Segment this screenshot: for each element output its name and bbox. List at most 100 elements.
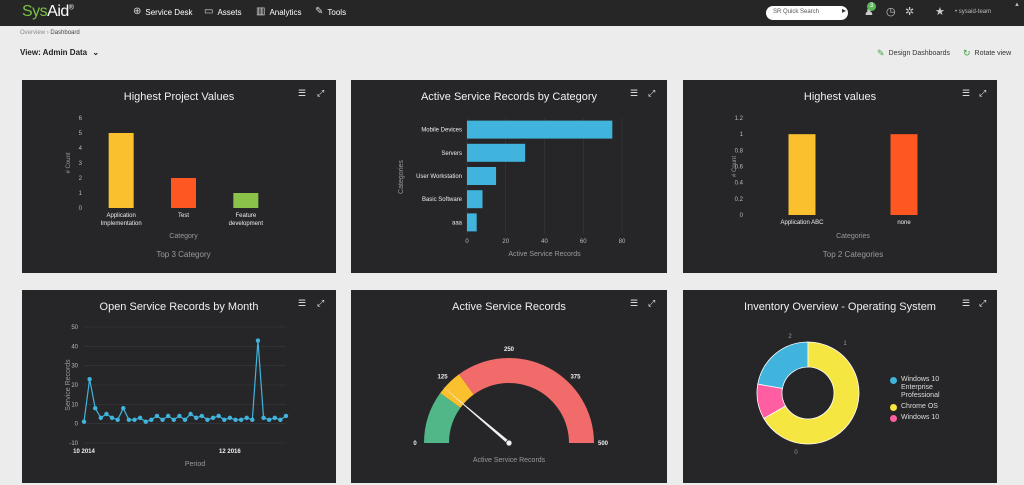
bar-chart-icon: ▥: [256, 6, 266, 17]
search-placeholder: SR Quick Search: [773, 9, 820, 15]
data-point: [255, 338, 261, 343]
y-tick-label: 0: [79, 206, 83, 212]
y-tick-label: 30: [71, 364, 78, 370]
x-axis-label: Period: [185, 461, 205, 468]
bar: [467, 190, 483, 209]
nav-analytics[interactable]: ▥ Analytics: [256, 7, 301, 17]
data-point: [87, 377, 92, 382]
nav-tools[interactable]: ✎ Tools: [315, 7, 346, 17]
slice-label: 1: [843, 341, 847, 347]
bar: [467, 143, 526, 162]
widget-active-service-records: Active Service Records ☰ ⤢ 0 125 250 375 500…: [351, 290, 667, 483]
x-tick-label: Test: [178, 213, 189, 219]
breadcrumb-overview[interactable]: Overview: [20, 30, 45, 36]
gauge-tick-label: 375: [570, 375, 581, 381]
y-tick-label: 2: [79, 176, 83, 182]
design-dashboards-button[interactable]: ✎ Design Dashboards: [877, 48, 950, 59]
data-point: [121, 406, 126, 411]
y-tick-label: 0.2: [735, 197, 744, 203]
legend-line: Windows 10: [901, 376, 940, 383]
data-point: [104, 411, 109, 417]
top-navigation-bar: SysAid® ⊕ Service Desk ▭ Assets ▥ Analyt…: [0, 0, 1024, 26]
sr-quick-search-input[interactable]: SR Quick Search: [766, 6, 848, 20]
y-tick-label: 5: [79, 131, 83, 137]
donut-slice: [757, 341, 809, 389]
data-point: [216, 413, 221, 419]
y-axis-label: # Count: [66, 152, 72, 173]
widget-highest-values: Highest values ☰ ⤢ 0 0.2 0.4 0.6 0.8 1 1.2 Appl…: [683, 80, 997, 273]
refresh-icon: ↻: [963, 48, 971, 58]
data-point: [177, 413, 182, 419]
data-point: [149, 417, 154, 422]
nav-tools-label: Tools: [327, 7, 347, 17]
x-tick-label: Application Implementation: [101, 213, 142, 227]
y-tick-label: 10: [71, 402, 78, 408]
view-selector-label: View: Admin Data: [20, 48, 88, 57]
user-name: sysaid-team: [958, 9, 992, 15]
chart-subtitle: Top 3 Category: [156, 250, 210, 259]
slice-label: 2: [788, 334, 792, 340]
legend-item[interactable]: Chrome OS: [890, 403, 960, 411]
search-go-icon[interactable]: ▸: [842, 6, 846, 15]
legend-item[interactable]: Windows 10: [890, 414, 960, 422]
nav-service-desk-label: Service Desk: [145, 7, 193, 17]
bar: [108, 133, 134, 208]
y-tick-label: User Workstation: [416, 174, 462, 180]
view-selector[interactable]: View: Admin Data ⌄: [20, 48, 99, 57]
data-point: [244, 415, 249, 421]
scroll-up-icon[interactable]: ▲: [1014, 2, 1020, 8]
rotate-view-button[interactable]: ↻ Rotate view: [963, 48, 1011, 59]
y-axis-label: Categories: [398, 160, 405, 194]
widget-active-service-records-by-category: Active Service Records by Category ☰ ⤢ 0…: [351, 80, 667, 273]
chart-legend: Windows 10 Enterprise Professional Chrome …: [890, 376, 960, 425]
y-tick-label: Servers: [441, 151, 462, 157]
legend-line: Professional: [901, 392, 940, 399]
x-tick-label: 60: [580, 239, 587, 245]
sysaid-logo[interactable]: SysAid®: [22, 3, 74, 21]
data-point: [93, 406, 98, 411]
legend-line: Windows 10: [901, 414, 940, 421]
y-axis-label: Service Records: [65, 359, 72, 411]
nav-assets-label: Assets: [217, 7, 242, 17]
y-tick-label: Mobile Devices: [421, 128, 462, 134]
y-tick-label: Basic Software: [422, 197, 463, 203]
legend-dot-chrome-os: [890, 404, 897, 411]
data-point: [266, 417, 272, 422]
y-tick-label: 0.8: [735, 148, 744, 154]
data-point: [250, 417, 255, 422]
data-point: [238, 417, 244, 422]
star-icon[interactable]: ★: [935, 6, 945, 18]
gear-icon[interactable]: ✲: [905, 6, 914, 18]
data-point: [132, 417, 137, 422]
y-tick-label: 0: [75, 422, 79, 428]
design-dashboards-label: Design Dashboards: [888, 50, 951, 57]
y-tick-label: 40: [71, 344, 78, 350]
data-point: [81, 419, 87, 424]
logo-part-a: Sys: [22, 3, 48, 20]
bar: [171, 178, 196, 208]
y-tick-label: 1: [79, 191, 83, 197]
y-tick-label: 6: [79, 116, 83, 122]
data-point: [126, 417, 132, 422]
data-point: [199, 413, 205, 419]
user-menu[interactable]: • sysaid-team: [955, 9, 991, 15]
clock-icon[interactable]: ◷: [886, 6, 896, 18]
logo-part-b: Aid: [47, 3, 69, 20]
data-point: [115, 417, 120, 422]
nav-service-desk[interactable]: ⊕ Service Desk: [133, 7, 193, 17]
logo-mark: ®: [68, 4, 74, 12]
x-tick-label: Feature development: [229, 213, 264, 227]
bar: [467, 213, 477, 232]
legend-item[interactable]: Windows 10 Enterprise Professional: [890, 376, 960, 400]
data-point: [227, 415, 233, 421]
x-tick-label: 40: [541, 239, 548, 245]
data-point: [272, 415, 277, 421]
y-tick-label: 1: [740, 132, 744, 138]
nav-assets[interactable]: ▭ Assets: [204, 7, 241, 17]
bar-chart: 00.20.40.60.811.2Application ABC noneCate…: [732, 116, 918, 259]
nav-analytics-label: Analytics: [269, 7, 302, 17]
data-point: [165, 413, 171, 419]
x-tick-label: 12 2016: [219, 449, 241, 455]
wrench-icon: ✎: [315, 6, 324, 17]
gauge-tick-label: 125: [438, 375, 449, 381]
